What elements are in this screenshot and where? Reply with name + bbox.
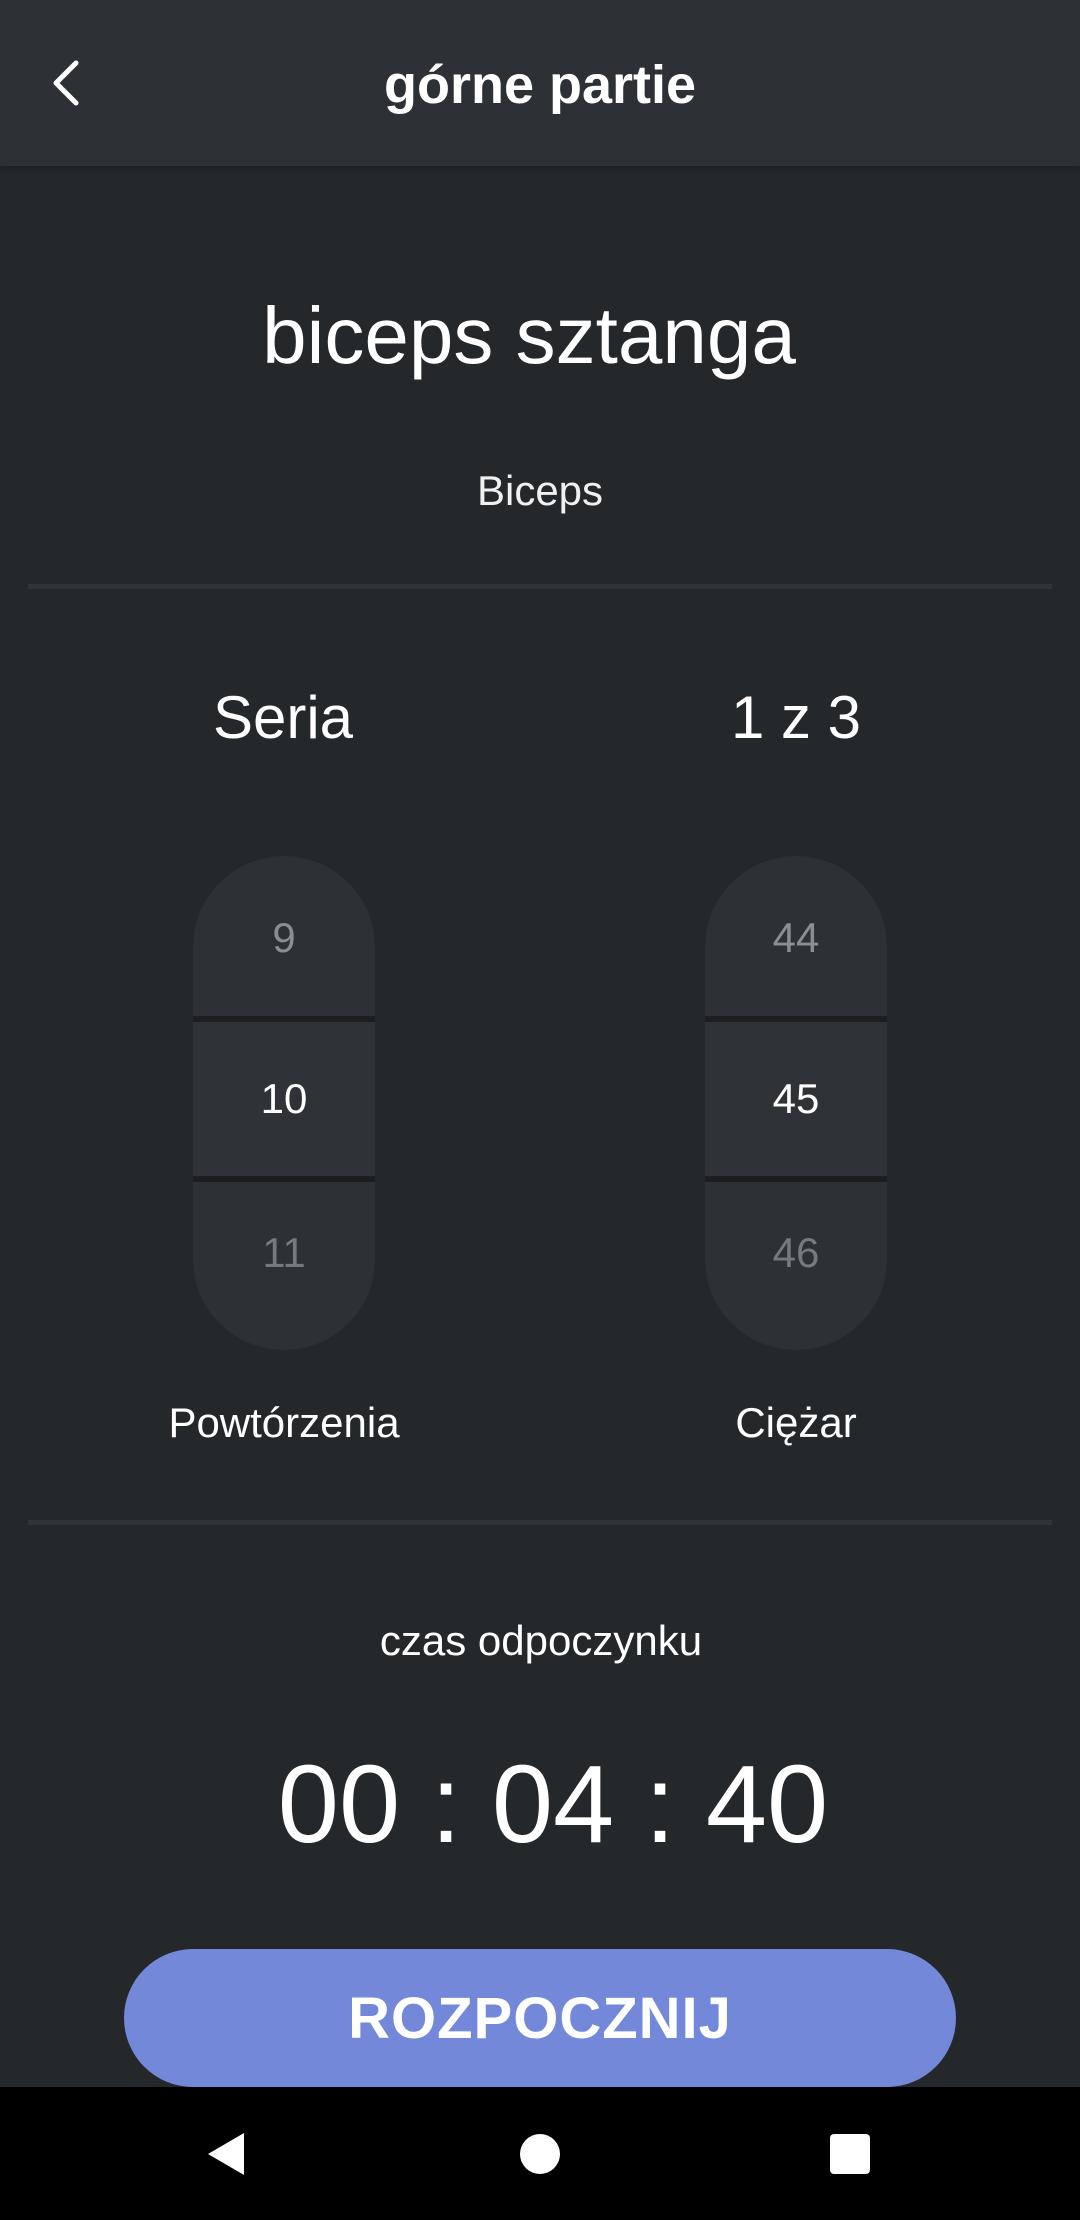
app-bar: górne partie	[0, 0, 1080, 166]
reps-current-value[interactable]: 10	[193, 1022, 375, 1176]
nav-recents-button[interactable]	[800, 2104, 900, 2204]
nav-home-button[interactable]	[490, 2104, 590, 2204]
reps-next-value[interactable]: 11	[193, 1188, 375, 1350]
weight-next-value[interactable]: 46	[705, 1188, 887, 1350]
weight-picker[interactable]: 44 45 46	[705, 856, 887, 1350]
weight-current-value[interactable]: 45	[705, 1022, 887, 1176]
reps-caption: Powtórzenia	[168, 1399, 400, 1446]
reps-picker[interactable]: 9 10 11	[193, 856, 375, 1350]
triangle-back-icon	[208, 2133, 244, 2175]
circle-home-icon	[520, 2134, 560, 2174]
muscle-group-label: Biceps	[476, 467, 604, 514]
rest-timer[interactable]: 00 : 04 : 40	[13, 1740, 1080, 1870]
series-progress: 1 z 3	[730, 684, 862, 751]
exercise-name: biceps sztanga	[262, 291, 796, 380]
series-label: Seria	[212, 684, 354, 751]
picker-divider	[193, 1176, 375, 1182]
rest-time-label: czas odpoczynku	[379, 1617, 703, 1664]
picker-divider	[705, 1176, 887, 1182]
system-nav-bar	[0, 2087, 1080, 2220]
divider-bottom	[28, 1520, 1052, 1525]
square-recents-icon	[830, 2134, 870, 2174]
divider-top	[28, 584, 1052, 589]
reps-prev-value[interactable]: 9	[193, 856, 375, 1018]
nav-back-button[interactable]	[177, 2104, 277, 2204]
app-bar-title: górne partie	[383, 55, 697, 115]
weight-caption: Ciężar	[735, 1399, 857, 1446]
start-button[interactable]: ROZPOCZNIJ	[124, 1949, 956, 2087]
weight-prev-value[interactable]: 44	[705, 856, 887, 1018]
workout-screen: górne partie biceps sztanga Biceps Seria…	[0, 0, 1080, 2220]
